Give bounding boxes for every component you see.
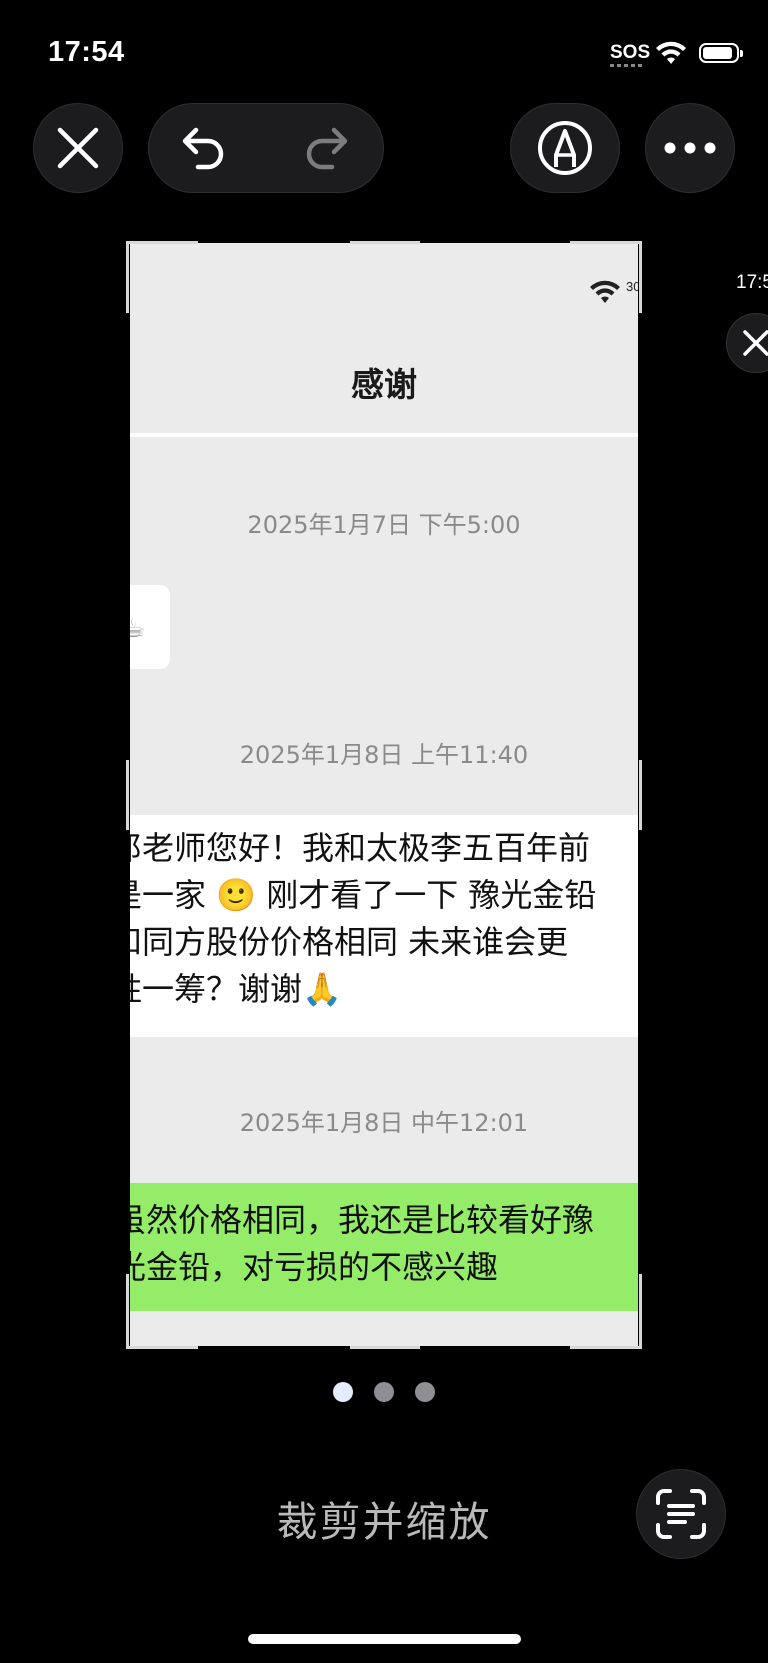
chat-timestamp: 2025年1月8日 中午12:01 — [239, 1109, 529, 1137]
crop-handle-bottom[interactable] — [350, 1346, 420, 1349]
crop-handle-left[interactable] — [126, 760, 129, 830]
chat-title: 感谢 — [351, 365, 417, 404]
crop-handle-bottom-right[interactable] — [570, 1346, 642, 1349]
crop-handle-right[interactable] — [639, 760, 642, 830]
chat-timestamp: 2025年1月7日 下午5:00 — [247, 511, 521, 539]
battery-icon — [699, 43, 743, 63]
title-divider — [130, 433, 638, 437]
next-preview-time: 17:5 — [736, 272, 768, 293]
crop-handle-bottom-right-vertical[interactable] — [639, 1274, 642, 1349]
page-dot-active[interactable] — [333, 1382, 353, 1402]
undo-icon — [182, 127, 224, 170]
crop-handle-top-left[interactable] — [126, 241, 198, 244]
status-time: 17:54 — [48, 36, 125, 68]
outgoing-message-bubble: 虽然价格相同，我还是比较看好豫 光金铅，对亏损的不感兴趣 — [130, 1183, 638, 1311]
crop-handle-top-right[interactable] — [570, 241, 642, 244]
preview-signal-label: 30 — [626, 279, 638, 294]
home-indicator[interactable] — [248, 1634, 521, 1644]
redo-icon — [306, 127, 348, 170]
close-button[interactable] — [33, 103, 123, 193]
text-scan-button[interactable] — [636, 1469, 726, 1559]
close-icon — [57, 127, 99, 169]
sos-signal-dots — [610, 64, 644, 67]
message-text: 虽然价格相同，我还是比较看好豫 光金铅，对亏损的不感兴趣 — [130, 1201, 595, 1286]
sos-indicator: SOS — [610, 42, 651, 63]
crop-handle-top-right-vertical[interactable] — [639, 241, 642, 313]
markup-pen-icon — [538, 121, 592, 175]
crop-handle-top[interactable] — [350, 241, 420, 244]
incoming-message-bubble: 郎老师您好！我和太极李五百年前 是一家 🙂 刚才看了一下 豫光金铅 和同方股份价… — [130, 815, 638, 1037]
message-text: 郎老师您好！我和太极李五百年前 是一家 🙂 刚才看了一下 豫光金铅 和同方股份价… — [130, 829, 597, 1008]
crop-handle-bottom-left-vertical[interactable] — [126, 1274, 129, 1349]
close-icon — [743, 330, 768, 356]
undo-redo-group — [148, 103, 384, 193]
preview-wifi-icon — [590, 280, 620, 303]
next-preview-close-button[interactable] — [726, 313, 768, 373]
text-scan-icon — [656, 1489, 706, 1539]
crop-handle-bottom-left[interactable] — [126, 1346, 198, 1349]
sticker-icon: ☕ — [130, 613, 146, 643]
wifi-icon — [656, 41, 686, 64]
undo-button[interactable] — [171, 118, 231, 178]
crop-handle-top-left-vertical[interactable] — [126, 241, 129, 313]
more-icon — [664, 142, 716, 154]
page-dot[interactable] — [374, 1382, 394, 1402]
screenshot-preview[interactable]: 30 感谢 2025年1月7日 下午5:00 ☕ 2025年1月8日 上午11:… — [130, 243, 638, 1346]
page-dot[interactable] — [415, 1382, 435, 1402]
redo-button[interactable] — [299, 118, 359, 178]
chat-timestamp: 2025年1月8日 上午11:40 — [239, 741, 529, 769]
more-button[interactable] — [645, 103, 735, 193]
markup-button[interactable] — [510, 103, 620, 193]
